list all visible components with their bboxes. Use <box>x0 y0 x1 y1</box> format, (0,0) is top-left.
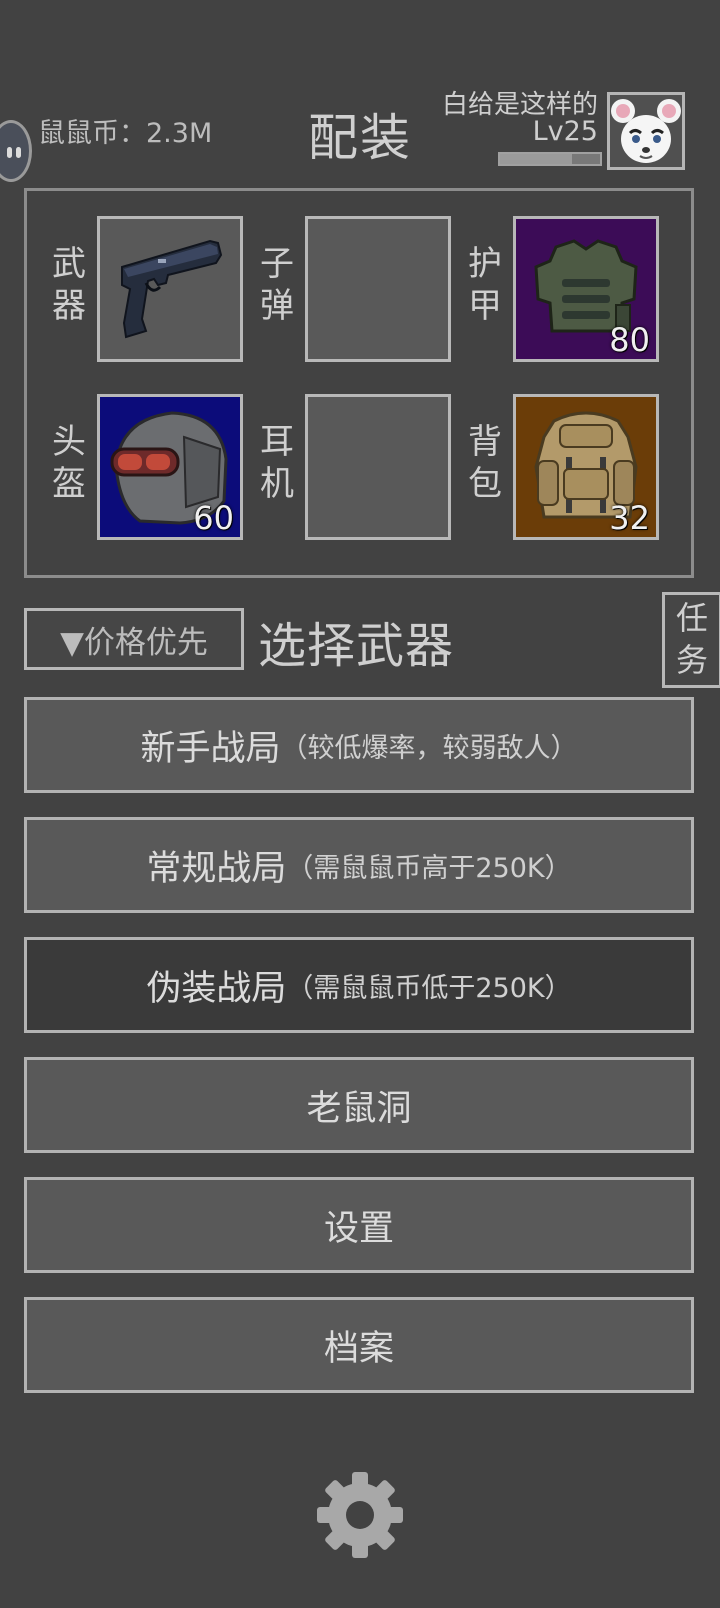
task-button[interactable]: 任务 <box>662 592 720 688</box>
floating-assistant-icon[interactable] <box>0 120 32 182</box>
slot-label-weapon: 武器 <box>52 244 86 326</box>
menu-label: 档案 <box>323 1328 394 1369</box>
avatar[interactable] <box>607 92 685 170</box>
player-level: Lv25 <box>532 116 598 147</box>
armor-slot[interactable]: 80 <box>513 216 659 362</box>
slot-label-backpack: 背包 <box>468 422 502 504</box>
menu-label: 伪装战局 <box>146 968 287 1009</box>
menu-label: 设置 <box>323 1208 394 1249</box>
slot-label-armor: 护甲 <box>468 244 502 326</box>
ammo-slot[interactable] <box>305 216 451 362</box>
helmet-slot[interactable]: 60 <box>97 394 243 540</box>
backpack-slot[interactable]: 32 <box>513 394 659 540</box>
armor-durability: 80 <box>609 321 650 359</box>
rat-hole-button[interactable]: 老鼠洞 <box>24 1057 694 1153</box>
menu-label: 新手战局 <box>140 728 281 769</box>
pistol-icon <box>121 239 223 339</box>
menu-label: 老鼠洞 <box>306 1088 412 1129</box>
newbie-match-button[interactable]: 新手战局 （较低爆率，较弱敌人） <box>24 697 694 793</box>
task-button-label: 任务 <box>675 599 708 679</box>
xp-progress-bar <box>498 152 602 166</box>
slot-label-headset: 耳机 <box>260 422 294 504</box>
menu-sub: （需鼠鼠币高于250K） <box>286 852 572 884</box>
gear-icon[interactable] <box>315 1470 405 1560</box>
settings-button[interactable]: 设置 <box>24 1177 694 1273</box>
menu-sub: （需鼠鼠币低于250K） <box>286 972 572 1004</box>
helmet-durability: 60 <box>193 499 234 537</box>
coin-balance: 鼠鼠币：2.3M <box>38 118 213 149</box>
menu-sub: （较低爆率，较弱敌人） <box>280 732 578 764</box>
headset-slot[interactable] <box>305 394 451 540</box>
sort-dropdown[interactable]: ▼价格优先 <box>24 608 244 670</box>
mouse-avatar-icon <box>611 99 681 163</box>
regular-match-button[interactable]: 常规战局 （需鼠鼠币高于250K） <box>24 817 694 913</box>
select-weapon-label[interactable]: 选择武器 <box>258 606 454 676</box>
slot-label-ammo: 子弹 <box>260 244 294 326</box>
page-title: 配装 <box>308 109 412 167</box>
weapon-slot[interactable] <box>97 216 243 362</box>
xp-progress-fill <box>500 154 572 164</box>
archive-button[interactable]: 档案 <box>24 1297 694 1393</box>
equipment-panel: 武器 子弹 护甲 80 头盔 60 耳机 背包 32 <box>24 188 694 578</box>
disguise-match-button[interactable]: 伪装战局 （需鼠鼠币低于250K） <box>24 937 694 1033</box>
menu-label: 常规战局 <box>146 848 287 889</box>
slot-label-helmet: 头盔 <box>52 422 86 504</box>
backpack-capacity: 32 <box>609 499 650 537</box>
